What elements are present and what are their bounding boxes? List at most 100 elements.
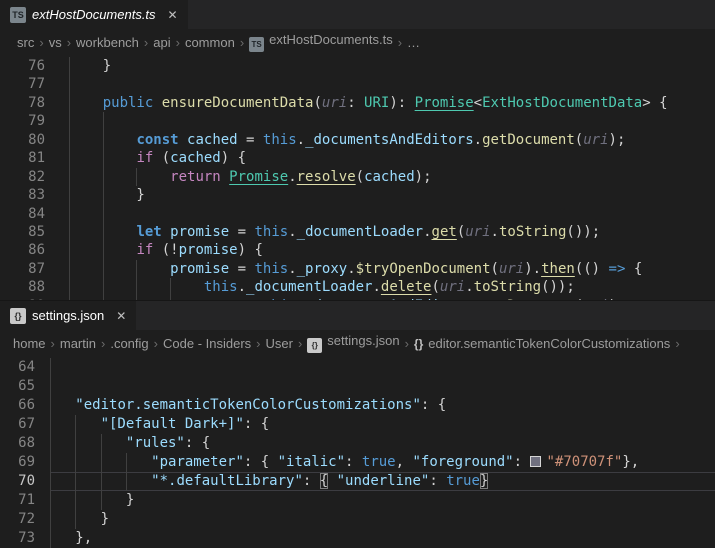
bracket-match: {	[320, 473, 328, 489]
token: public	[103, 95, 154, 111]
code-line[interactable]: 72 }	[0, 510, 715, 529]
close-icon[interactable]: ✕	[116, 310, 126, 322]
line-number: 86	[0, 241, 69, 259]
breadcrumb-item[interactable]: home	[13, 336, 46, 351]
code-line[interactable]: 73 },	[0, 529, 715, 548]
code-line[interactable]: 88 this._documentLoader.delete(uri.toStr…	[0, 278, 715, 296]
token: ):	[389, 95, 414, 111]
token: _documentsAndEditors	[305, 132, 474, 148]
token: cached	[170, 150, 221, 166]
breadcrumb-item[interactable]: api	[153, 35, 170, 50]
line-number: 67	[0, 415, 50, 434]
code-line[interactable]: 69 "parameter": { "italic": true, "foreg…	[0, 453, 715, 472]
token: _documentLoader	[246, 279, 372, 295]
token: return	[170, 169, 221, 185]
code-line[interactable]: 66 "editor.semanticTokenColorCustomizati…	[0, 396, 715, 415]
breadcrumb: home›martin›.config›Code - Insiders›User…	[0, 330, 715, 356]
indent-guide-line	[103, 260, 104, 278]
code-line[interactable]: 65	[0, 377, 715, 396]
indent-guide-line	[103, 278, 104, 296]
code-line[interactable]: 82 return Promise.resolve(cached);	[0, 168, 715, 186]
code-line[interactable]: 67 "[Default Dark+]": {	[0, 415, 715, 434]
breadcrumb-item[interactable]: martin	[60, 336, 96, 351]
code-line[interactable]: 76 }	[0, 57, 715, 75]
breadcrumb: src›vs›workbench›api›common›TSextHostDoc…	[0, 29, 715, 55]
breadcrumb-item[interactable]: {}settings.json	[307, 333, 399, 353]
indent-guide-line	[50, 434, 51, 453]
breadcrumb-item[interactable]: common	[185, 35, 235, 50]
token: .	[465, 279, 473, 295]
code-line-text: public ensureDocumentData(uri: URI): Pro…	[69, 94, 715, 112]
indent-guide-line	[103, 241, 104, 259]
code-line[interactable]: 70 "*.defaultLibrary": { "underline": tr…	[0, 472, 715, 491]
token: get	[432, 224, 457, 240]
breadcrumb-item[interactable]: User	[266, 336, 293, 351]
code-line[interactable]: 71 }	[0, 491, 715, 510]
breadcrumb-item[interactable]: TSextHostDocuments.ts	[249, 32, 393, 52]
indent-guide-line	[103, 168, 104, 186]
token: ) {	[238, 242, 263, 258]
token: "underline"	[337, 473, 430, 489]
token: uri	[440, 279, 465, 295]
token: let	[136, 224, 161, 240]
line-number: 83	[0, 186, 69, 204]
code-line[interactable]: 64	[0, 358, 715, 377]
token: getDocument	[482, 132, 575, 148]
code-line[interactable]: 84	[0, 205, 715, 223]
chevron-right-icon: ›	[400, 336, 414, 351]
token: cached	[364, 169, 415, 185]
code-line-text: "editor.semanticTokenColorCustomizations…	[50, 396, 715, 415]
token: "foreground"	[412, 454, 513, 470]
code-line[interactable]: 83 }	[0, 186, 715, 204]
code-line[interactable]: 81 if (cached) {	[0, 149, 715, 167]
indent-guide-line	[101, 453, 102, 472]
token: =	[229, 261, 254, 277]
editor-group-top: TSextHostDocuments.ts✕src›vs›workbench›a…	[0, 0, 715, 300]
chevron-right-icon: ›	[293, 336, 307, 351]
code-line[interactable]: 80 const cached = this._documentsAndEdit…	[0, 131, 715, 149]
code-line-text: "rules": {	[50, 434, 715, 453]
line-number: 82	[0, 168, 69, 186]
tab-bar: TSextHostDocuments.ts✕	[0, 0, 715, 29]
indent-guide-line	[126, 453, 127, 472]
close-icon[interactable]: ✕	[168, 9, 178, 21]
breadcrumb-item[interactable]: {}editor.semanticTokenColorCustomization…	[414, 336, 670, 351]
indent-guide-line	[103, 205, 104, 223]
code-line-text: if (!promise) {	[69, 241, 715, 259]
code-line-text: const cached = this._documentsAndEditors…	[69, 131, 715, 149]
code-line[interactable]: 68 "rules": {	[0, 434, 715, 453]
breadcrumb-item[interactable]: src	[17, 35, 34, 50]
color-swatch[interactable]	[530, 456, 541, 467]
breadcrumb-item[interactable]: vs	[49, 35, 62, 50]
token: );	[609, 132, 626, 148]
code-line[interactable]: 87 promise = this._proxy.$tryOpenDocumen…	[0, 260, 715, 278]
line-number: 79	[0, 112, 69, 130]
line-number: 72	[0, 510, 50, 529]
code-line-text: let promise = this._documentLoader.get(u…	[69, 223, 715, 241]
code-line[interactable]: 85 let promise = this._documentLoader.ge…	[0, 223, 715, 241]
tab-bar: {}settings.json✕	[0, 301, 715, 330]
code-line[interactable]: 86 if (!promise) {	[0, 241, 715, 259]
editor-tab[interactable]: {}settings.json✕	[0, 301, 136, 330]
token: resolve	[297, 169, 356, 185]
token: :	[514, 454, 531, 470]
token: "*.defaultLibrary"	[151, 473, 303, 489]
indent-guide-line	[136, 260, 137, 278]
code-line[interactable]: 79	[0, 112, 715, 130]
editor-tab[interactable]: TSextHostDocuments.ts✕	[0, 0, 188, 29]
line-number: 84	[0, 205, 69, 223]
tab-label: settings.json	[32, 308, 104, 323]
breadcrumb-item[interactable]: …	[407, 35, 420, 50]
breadcrumb-item[interactable]: workbench	[76, 35, 139, 50]
code-line[interactable]: 78 public ensureDocumentData(uri: URI): …	[0, 94, 715, 112]
token: this	[204, 279, 238, 295]
token: .	[238, 279, 246, 295]
breadcrumb-item[interactable]: .config	[110, 336, 148, 351]
code-line[interactable]: 77	[0, 75, 715, 93]
token: (	[356, 169, 364, 185]
vscode-window: TSextHostDocuments.ts✕src›vs›workbench›a…	[0, 0, 715, 548]
token: },	[622, 454, 639, 470]
indent-guide-line	[50, 396, 51, 415]
indent-guide-line	[69, 205, 70, 223]
breadcrumb-item[interactable]: Code - Insiders	[163, 336, 251, 351]
